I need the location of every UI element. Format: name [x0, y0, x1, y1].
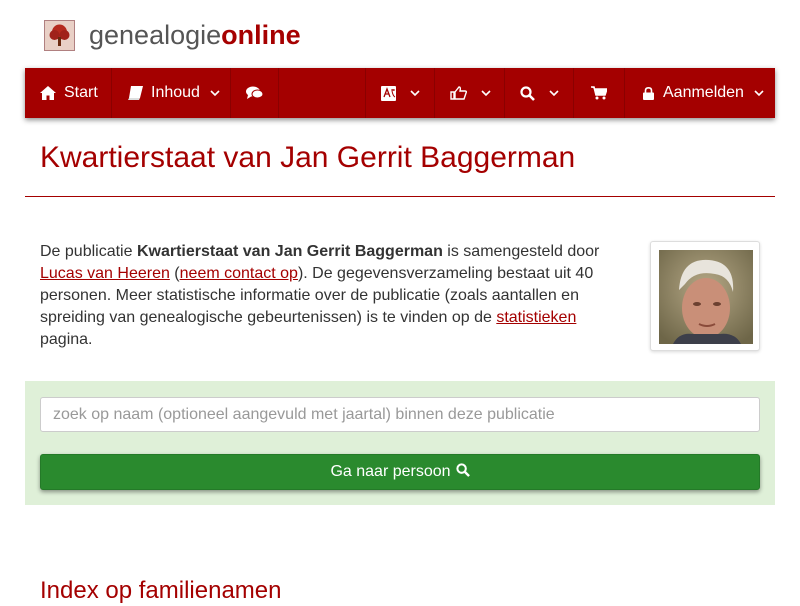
- tree-logo-icon: [44, 19, 75, 51]
- publication-search-panel: Ga naar persoon: [25, 381, 775, 505]
- lock-icon: [643, 86, 654, 100]
- comments-icon: [246, 86, 263, 100]
- search-icon: [520, 85, 535, 101]
- thumbs-up-icon: [450, 86, 467, 100]
- site-brand[interactable]: genealogieonline: [44, 18, 301, 52]
- nav-search[interactable]: [505, 68, 574, 118]
- nav-login[interactable]: Aanmelden: [625, 68, 775, 118]
- brand-name: genealogieonline: [89, 19, 301, 51]
- chevron-down-icon: [754, 89, 764, 97]
- intro-text: is samengesteld door: [442, 243, 600, 260]
- go-to-person-button[interactable]: Ga naar persoon: [40, 454, 760, 490]
- title-divider: [25, 196, 775, 197]
- chevron-down-icon: [549, 89, 559, 97]
- brand-name-part2: online: [221, 20, 301, 50]
- intro-text: pagina.: [40, 331, 93, 348]
- author-photo[interactable]: [650, 241, 760, 351]
- chevron-down-icon: [410, 89, 420, 97]
- main-navbar: Start Inhoud Aanmelden: [25, 68, 775, 118]
- nav-start[interactable]: Start: [25, 68, 112, 118]
- nav-inhoud[interactable]: Inhoud: [112, 68, 231, 118]
- statistics-link[interactable]: statistieken: [496, 309, 576, 326]
- publication-intro: De publicatie Kwartierstaat van Jan Gerr…: [40, 241, 615, 351]
- book-icon: [128, 86, 143, 100]
- author-portrait-image: [659, 250, 753, 344]
- nav-start-label: Start: [64, 84, 98, 101]
- nav-thumbs-up[interactable]: [435, 68, 505, 118]
- contact-link[interactable]: neem contact op: [180, 265, 298, 282]
- surname-index-heading: Index op familienamen: [40, 577, 282, 604]
- brand-name-part1: genealogie: [89, 20, 222, 50]
- search-icon: [451, 462, 470, 482]
- intro-text: De publicatie: [40, 243, 137, 260]
- nav-spacer: [279, 68, 366, 118]
- cart-icon: [591, 86, 607, 100]
- publication-name: Kwartierstaat van Jan Gerrit Baggerman: [136, 243, 443, 260]
- intro-text: (: [169, 265, 180, 282]
- nav-cart[interactable]: [574, 68, 625, 118]
- go-to-person-label: Ga naar persoon: [330, 463, 451, 480]
- language-icon: [381, 85, 396, 101]
- nav-login-label: Aanmelden: [663, 84, 744, 101]
- chevron-down-icon: [481, 89, 491, 97]
- page-title: Kwartierstaat van Jan Gerrit Baggerman: [40, 141, 576, 174]
- home-icon: [40, 86, 56, 100]
- nav-comments[interactable]: [231, 68, 279, 118]
- nav-inhoud-label: Inhoud: [151, 84, 200, 101]
- chevron-down-icon: [210, 89, 220, 97]
- person-search-input[interactable]: [40, 397, 760, 432]
- author-link[interactable]: Lucas van Heeren: [40, 265, 170, 282]
- nav-language[interactable]: [366, 68, 435, 118]
